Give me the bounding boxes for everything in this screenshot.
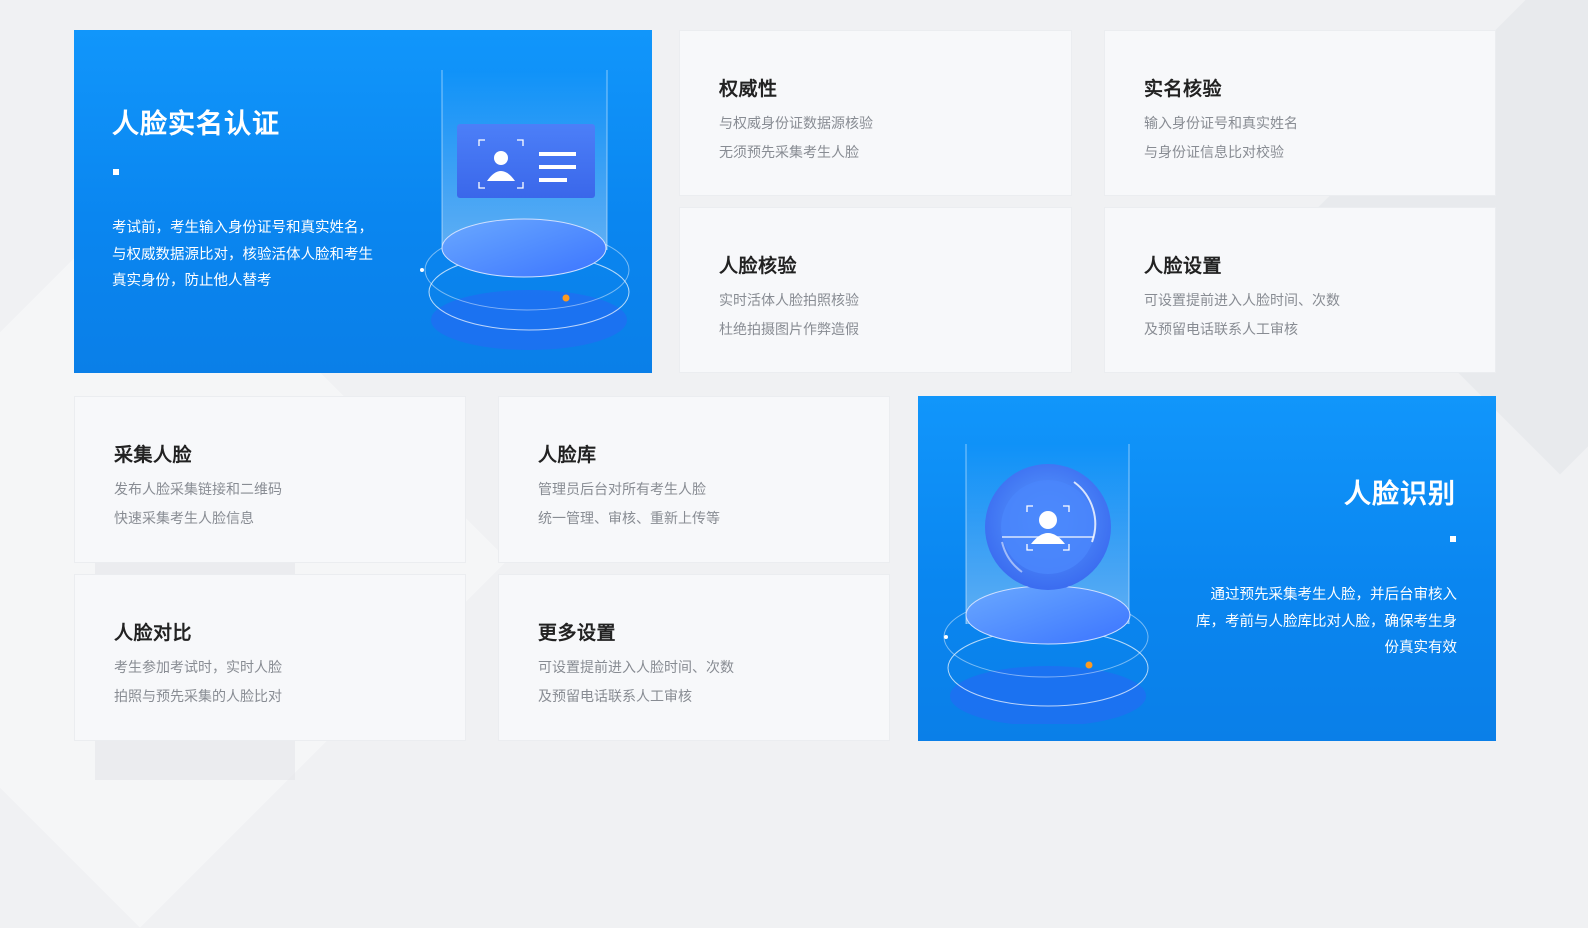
feature-description-line: 发布人脸采集链接和二维码 <box>114 482 282 498</box>
hero-card-face-recognition: 人脸识别 通过预先采集考生人脸，并后台审核入库，考前与人脸库比对人脸，确保考生身… <box>918 396 1496 741</box>
feature-description-line: 统一管理、审核、重新上传等 <box>538 511 720 527</box>
feature-description-line: 与权威身份证数据源核验 <box>719 116 873 132</box>
feature-description-line: 与身份证信息比对校验 <box>1144 145 1284 161</box>
hero-divider-dot <box>113 169 119 175</box>
feature-description-line: 输入身份证号和真实姓名 <box>1144 116 1298 132</box>
feature-card-face-compare: 人脸对比 考生参加考试时，实时人脸 拍照与预先采集的人脸比对 <box>74 574 466 741</box>
feature-description-line: 及预留电话联系人工审核 <box>538 689 692 705</box>
feature-description-line: 管理员后台对所有考生人脸 <box>538 482 706 498</box>
feature-description-line: 无须预先采集考生人脸 <box>719 145 859 161</box>
feature-card-face-settings: 人脸设置 可设置提前进入人脸时间、次数 及预留电话联系人工审核 <box>1104 207 1496 373</box>
feature-card-authority: 权威性 与权威身份证数据源核验 无须预先采集考生人脸 <box>679 30 1072 196</box>
feature-card-real-name-check: 实名核验 输入身份证号和真实姓名 与身份证信息比对校验 <box>1104 30 1496 196</box>
feature-title: 权威性 <box>719 78 778 100</box>
feature-description-line: 及预留电话联系人工审核 <box>1144 322 1298 338</box>
feature-title: 采集人脸 <box>114 444 193 466</box>
feature-title: 人脸设置 <box>1144 255 1223 277</box>
feature-description-line: 考生参加考试时，实时人脸 <box>114 660 282 676</box>
face-scan-pedestal-illustration <box>943 444 1149 724</box>
hero-title: 人脸识别 <box>1344 479 1456 510</box>
feature-title: 人脸对比 <box>114 622 193 644</box>
feature-description-line: 杜绝拍摄图片作弊造假 <box>719 322 859 338</box>
feature-card-collect-face: 采集人脸 发布人脸采集链接和二维码 快速采集考生人脸信息 <box>74 396 466 563</box>
hero-title: 人脸实名认证 <box>112 109 280 140</box>
feature-card-face-library: 人脸库 管理员后台对所有考生人脸 统一管理、审核、重新上传等 <box>498 396 890 563</box>
hero-card-real-name: 人脸实名认证 考试前，考生输入身份证号和真实姓名，与权威数据源比对，核验活体人脸… <box>74 30 652 373</box>
id-card-pedestal-illustration <box>420 70 630 350</box>
id-card-icon <box>457 124 595 198</box>
hero-description: 考试前，考生输入身份证号和真实姓名，与权威数据源比对，核验活体人脸和考生真实身份… <box>112 220 373 289</box>
feature-title: 实名核验 <box>1144 78 1223 100</box>
feature-description-line: 可设置提前进入人脸时间、次数 <box>538 660 734 676</box>
feature-description-line: 拍照与预先采集的人脸比对 <box>114 689 282 705</box>
hero-divider-dot <box>1450 536 1456 542</box>
feature-description-line: 快速采集考生人脸信息 <box>114 511 254 527</box>
feature-title: 人脸核验 <box>719 255 798 277</box>
feature-description-line: 可设置提前进入人脸时间、次数 <box>1144 293 1340 309</box>
feature-description-line: 实时活体人脸拍照核验 <box>719 293 859 309</box>
feature-title: 更多设置 <box>538 622 617 644</box>
feature-title: 人脸库 <box>538 444 597 466</box>
feature-card-face-check: 人脸核验 实时活体人脸拍照核验 杜绝拍摄图片作弊造假 <box>679 207 1072 373</box>
feature-card-more-settings: 更多设置 可设置提前进入人脸时间、次数 及预留电话联系人工审核 <box>498 574 890 741</box>
hero-description: 通过预先采集考生人脸，并后台审核入库，考前与人脸库比对人脸，确保考生身份真实有效 <box>1196 587 1457 656</box>
